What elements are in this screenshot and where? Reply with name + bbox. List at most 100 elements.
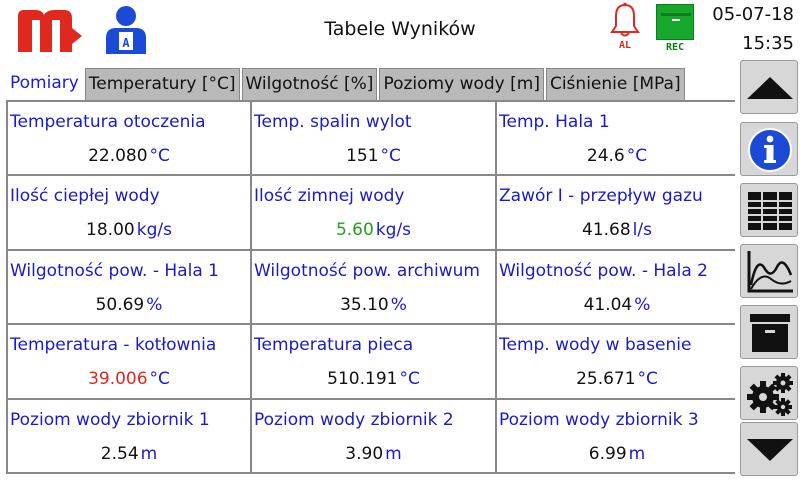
user-icon[interactable]: A: [102, 4, 150, 54]
measurement-value: 510.191: [327, 369, 398, 390]
measurement-value-group: 39.006 °C: [8, 369, 250, 389]
measurement-value: 35.10: [340, 294, 389, 315]
measurement-label: Wilgotność pow. archiwum: [254, 260, 480, 281]
date-display: 05-07-18: [712, 4, 794, 25]
scroll-down-button[interactable]: [740, 422, 798, 476]
alarm-label: AL: [618, 40, 632, 51]
measurement-cell[interactable]: Ilość zimnej wody 5.60 kg/s: [252, 176, 495, 249]
tab-poziomy-wody[interactable]: Poziomy wody [m]: [379, 68, 544, 100]
measurement-cell[interactable]: Ilość ciepłej wody 18.00 kg/s: [8, 176, 250, 249]
svg-text:A: A: [122, 36, 130, 50]
rec-label: REC: [665, 42, 685, 53]
tab-cisnienie[interactable]: Ciśnienie [MPa]: [545, 68, 685, 100]
measurement-value-group: 6.99 m: [497, 444, 737, 464]
measurement-label: Wilgotność pow. - Hala 1: [10, 260, 219, 281]
measurement-unit: kg/s: [136, 220, 172, 241]
measurement-value: 18.00: [86, 220, 135, 241]
page-title: Tabele Wyników: [324, 18, 476, 40]
archive-icon: [750, 314, 790, 352]
measurement-label: Temperatura pieca: [254, 335, 414, 356]
measurement-label: Temp. Hala 1: [499, 112, 610, 132]
measurement-cell[interactable]: Temp. wody w basenie 25.671 °C: [497, 325, 737, 398]
measurement-unit: °C: [149, 146, 170, 166]
measurement-value: 50.69: [95, 294, 145, 315]
measurement-value-group: 35.10%: [252, 295, 495, 315]
measurement-cell[interactable]: Poziom wody zbiornik 1 2.54 m: [8, 399, 250, 472]
measurement-value: 151: [346, 146, 379, 166]
measurement-value-group: 22.080 °C: [8, 146, 250, 166]
measurement-value: 2.54: [100, 443, 139, 464]
chart-icon: [747, 251, 793, 293]
measurement-unit: %: [390, 294, 407, 315]
measurement-cell[interactable]: Zawór I - przepływ gazu 41.68 l/s: [497, 176, 737, 249]
measurement-label: Temperatura otoczenia: [10, 112, 206, 132]
tab-temperatury[interactable]: Temperatury [°C]: [84, 68, 240, 100]
measurement-unit: m: [385, 443, 402, 464]
brand-logo: [14, 6, 86, 54]
measurement-value-group: 24.6 °C: [497, 146, 737, 166]
measurement-cell[interactable]: Wilgotność pow. - Hala 2 41.04%: [497, 250, 737, 324]
alarm-indicator[interactable]: AL: [608, 2, 642, 56]
measurement-value-group: 18.00 kg/s: [8, 220, 250, 240]
measurement-cell[interactable]: Poziom wody zbiornik 2 3.90 m: [252, 399, 495, 472]
measurement-unit: °C: [637, 369, 658, 390]
archive-box-icon: [656, 4, 694, 40]
measurement-value-group: 2.54 m: [8, 444, 250, 464]
measurement-unit: °C: [149, 369, 170, 390]
measurement-unit: l/s: [632, 220, 652, 241]
measurement-value-group: 41.68 l/s: [497, 220, 737, 240]
measurement-label: Ilość zimnej wody: [254, 186, 405, 207]
info-icon: [748, 128, 792, 172]
table-icon: [748, 192, 792, 230]
measurement-cell[interactable]: Temperatura - kotłownia 39.006 °C: [8, 325, 250, 398]
settings-gears-icon: [747, 373, 793, 416]
measurement-value-group: 510.191 °C: [252, 369, 495, 389]
measurement-cell[interactable]: Temp. Hala 1 24.6 °C: [497, 102, 737, 175]
time-display: 15:35: [742, 33, 794, 54]
measurement-label: Poziom wody zbiornik 1: [10, 409, 210, 430]
measurement-cell[interactable]: Temperatura pieca 510.191 °C: [252, 325, 495, 398]
measurement-value: 39.006: [88, 369, 148, 390]
measurement-label: Temp. wody w basenie: [499, 335, 692, 356]
measurement-unit: °C: [626, 146, 648, 166]
measurement-value: 41.68: [582, 220, 631, 241]
measurement-cell[interactable]: Temp. spalin wylot 151 °C: [252, 102, 495, 175]
measurement-value: 22.080: [88, 146, 148, 166]
measurement-unit: %: [146, 294, 163, 315]
archive-button[interactable]: [740, 305, 798, 359]
scroll-up-button[interactable]: [740, 60, 798, 114]
measurement-value: 24.6: [586, 146, 625, 166]
chart-view-button[interactable]: [740, 244, 798, 298]
info-button[interactable]: [740, 122, 798, 176]
measurement-label: Wilgotność pow. - Hala 2: [499, 260, 708, 281]
measurement-value: 3.90: [345, 443, 384, 464]
measurement-unit: %: [634, 294, 651, 315]
measurement-cell[interactable]: Wilgotność pow. archiwum 35.10%: [252, 250, 495, 324]
measurement-value: 5.60: [335, 220, 374, 241]
measurement-cell[interactable]: Temperatura otoczenia 22.080 °C: [8, 102, 250, 175]
measurement-value: 6.99: [588, 443, 627, 464]
measurement-label: Temp. spalin wylot: [254, 112, 412, 132]
record-indicator[interactable]: REC: [654, 4, 696, 56]
measurement-value-group: 3.90 m: [252, 444, 495, 464]
measurement-grid: Temperatura otoczenia 22.080 °C Temp. spa…: [6, 100, 737, 474]
settings-button[interactable]: [740, 366, 798, 420]
measurement-cell[interactable]: Poziom wody zbiornik 3 6.99 m: [497, 399, 737, 472]
measurement-label: Zawór I - przepływ gazu: [499, 186, 703, 207]
measurement-value-group: 151 °C: [252, 146, 495, 166]
measurement-value: 41.04: [583, 294, 633, 315]
measurement-label: Ilość ciepłej wody: [10, 186, 160, 207]
tab-bar: Pomiary Temperatury [°C] Wilgotność [%] …: [6, 68, 687, 100]
arrow-up-icon: [747, 77, 793, 99]
measurement-cell[interactable]: Wilgotność pow. - Hala 1 50.69%: [8, 250, 250, 324]
measurement-value: 25.671: [576, 369, 636, 390]
measurement-label: Temperatura - kotłownia: [10, 335, 217, 356]
tab-pomiary[interactable]: Pomiary: [6, 68, 83, 100]
measurement-label: Poziom wody zbiornik 2: [254, 409, 454, 430]
table-view-button[interactable]: [740, 183, 798, 237]
measurement-value-group: 50.69%: [8, 295, 250, 315]
tab-wilgotnosc[interactable]: Wilgotność [%]: [241, 68, 378, 100]
measurement-unit: kg/s: [375, 220, 412, 241]
measurement-value-group: 5.60 kg/s: [252, 220, 495, 240]
measurement-unit: °C: [399, 369, 420, 390]
